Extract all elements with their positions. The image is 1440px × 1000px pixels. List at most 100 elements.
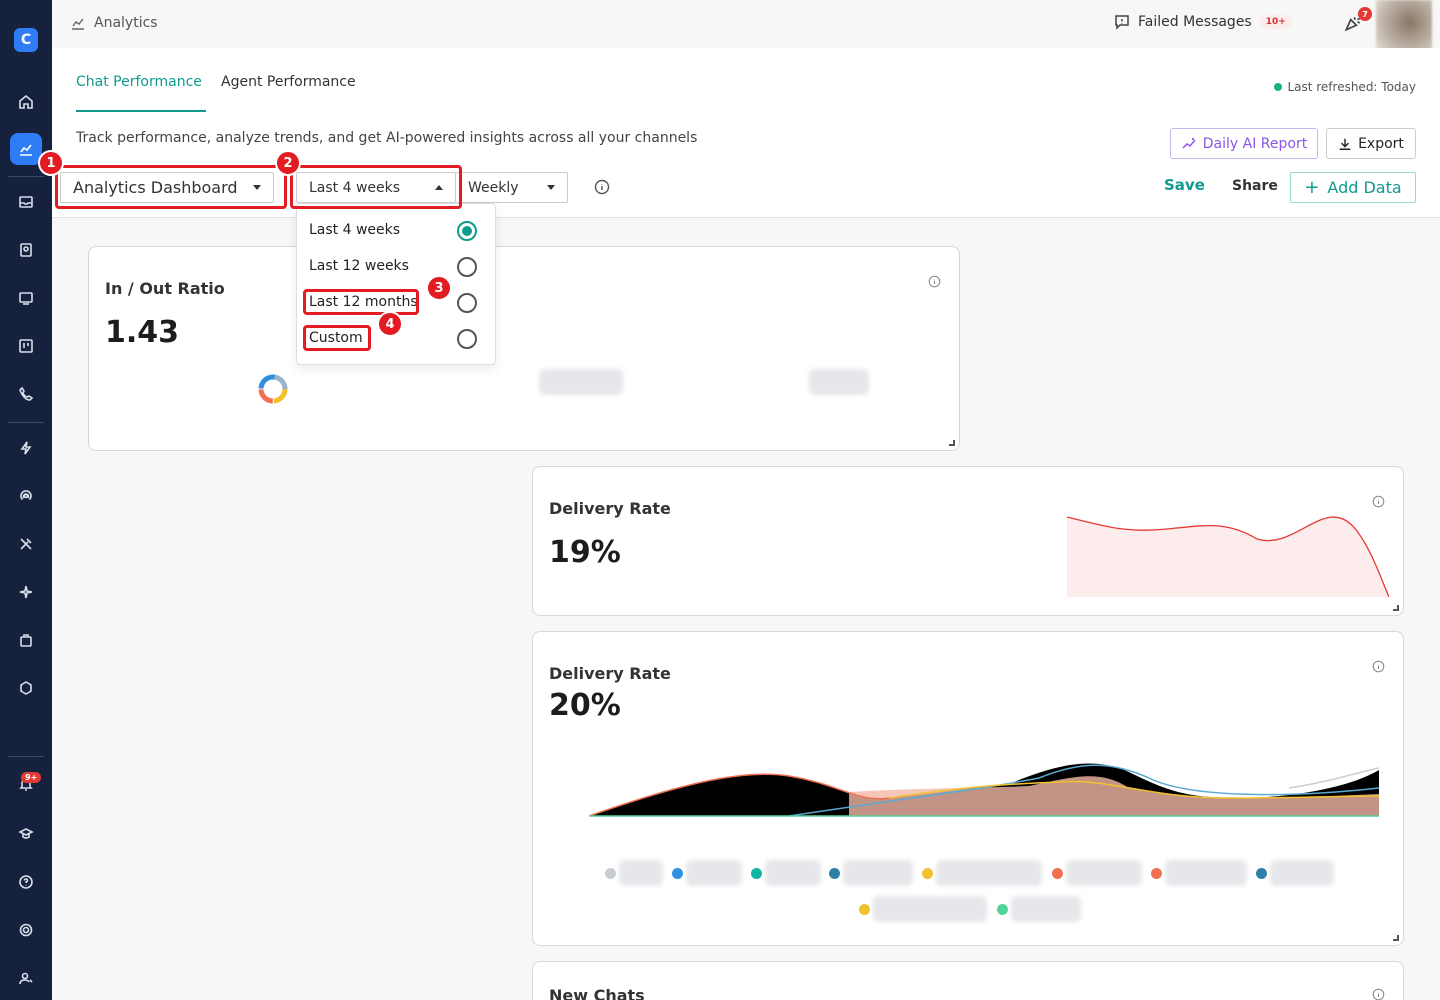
shopping-bag-icon[interactable]: [10, 624, 42, 656]
breadcrumb: Analytics: [70, 15, 158, 31]
resize-handle[interactable]: [1393, 935, 1399, 941]
breadcrumb-label: Analytics: [94, 15, 158, 31]
legend-label: [686, 860, 742, 886]
info-icon[interactable]: [928, 273, 941, 292]
legend-label: [843, 860, 913, 886]
trend-sparkle-icon: [1182, 137, 1196, 149]
legend-label: [936, 860, 1042, 886]
card-title: In / Out Ratio: [105, 279, 225, 298]
legend-dot: [672, 868, 683, 879]
sidebar-divider: [8, 756, 44, 757]
last-refreshed: Last refreshed: Today: [1274, 80, 1416, 94]
delivery-rate-breakdown-card[interactable]: Delivery Rate 20%: [532, 631, 1404, 946]
legend-label: [1066, 860, 1142, 886]
annotation-box-2: [290, 165, 462, 209]
legend-dot: [751, 868, 762, 879]
annotation-box-3: [303, 289, 419, 315]
inbox-icon[interactable]: [10, 186, 42, 218]
export-button[interactable]: Export: [1326, 128, 1416, 159]
home-icon[interactable]: [10, 86, 42, 118]
radio-custom[interactable]: [457, 329, 477, 349]
tab-agent-performance[interactable]: Agent Performance: [221, 74, 356, 90]
campaigns-icon[interactable]: [10, 282, 42, 314]
account-icon[interactable]: [10, 962, 42, 994]
chevron-down-icon: [547, 185, 555, 190]
contacts-icon[interactable]: [10, 234, 42, 266]
card-value: 19%: [549, 535, 621, 570]
celebration-notification-button[interactable]: 7: [1344, 7, 1372, 34]
info-icon[interactable]: [1372, 493, 1385, 512]
annotation-box-1: [55, 165, 287, 209]
legend-label: [1270, 860, 1334, 886]
sparkle-icon[interactable]: [10, 576, 42, 608]
plus-icon: +: [1304, 177, 1320, 198]
top-bar: Analytics Failed Messages 10+ 7: [52, 0, 1440, 50]
info-icon[interactable]: [594, 179, 610, 199]
add-data-button[interactable]: + Add Data: [1290, 172, 1416, 203]
legend-label: [619, 860, 663, 886]
annotation-marker-1: 1: [38, 150, 64, 176]
legend-dot: [859, 904, 870, 915]
card-value: 20%: [549, 688, 621, 723]
radio-last-12-months[interactable]: [457, 293, 477, 313]
user-avatar[interactable]: [1376, 0, 1432, 50]
help-icon[interactable]: [10, 866, 42, 898]
broadcast-icon[interactable]: [10, 480, 42, 512]
legend-dot: [1256, 868, 1267, 879]
boards-icon[interactable]: [10, 330, 42, 362]
annotation-marker-2: 2: [275, 150, 301, 176]
info-icon[interactable]: [1372, 658, 1385, 677]
app-logo[interactable]: C: [14, 28, 38, 52]
download-icon: [1339, 138, 1351, 150]
legend-placeholder: [539, 369, 623, 395]
save-button[interactable]: Save: [1164, 176, 1205, 194]
legend-dot: [997, 904, 1008, 915]
share-button[interactable]: Share: [1232, 178, 1278, 194]
legend-dot: [829, 868, 840, 879]
phone-icon[interactable]: [10, 378, 42, 410]
notification-count: 7: [1358, 7, 1372, 21]
legend-label: [1011, 896, 1081, 922]
card-value: 1.43: [105, 315, 180, 350]
annotation-marker-4: 4: [377, 311, 403, 337]
info-icon[interactable]: [1372, 986, 1385, 1000]
lightning-icon[interactable]: [10, 432, 42, 464]
tools-icon[interactable]: [10, 528, 42, 560]
delivery-rate-area-chart: [589, 763, 1379, 817]
export-label: Export: [1358, 135, 1404, 152]
annotation-marker-3: 3: [426, 275, 452, 301]
active-tab-indicator: [76, 110, 206, 112]
delivery-rate-sparkline: [1067, 516, 1389, 598]
legend-label: [1165, 860, 1247, 886]
academy-icon[interactable]: [10, 818, 42, 850]
in-out-ratio-card[interactable]: In / Out Ratio 1.43: [88, 246, 960, 451]
card-title: Delivery Rate: [549, 664, 671, 683]
loading-donut: [258, 374, 288, 404]
card-title: New Chats: [549, 986, 645, 1000]
resize-handle[interactable]: [949, 440, 955, 446]
tab-chat-performance[interactable]: Chat Performance: [76, 74, 202, 90]
daily-ai-report-button[interactable]: Daily AI Report: [1170, 128, 1318, 159]
alerts-badge: 9+: [21, 772, 42, 783]
resize-handle[interactable]: [1393, 605, 1399, 611]
option-last-12-weeks[interactable]: Last 12 weeks: [309, 258, 409, 274]
status-dot: [1274, 83, 1283, 91]
daily-ai-report-label: Daily AI Report: [1202, 135, 1308, 152]
settings-gear-icon[interactable]: [10, 914, 42, 946]
new-chats-card[interactable]: New Chats: [532, 961, 1404, 1000]
granularity-select[interactable]: Weekly: [456, 172, 568, 203]
legend-placeholder: [809, 369, 869, 395]
analytics-breadcrumb-icon: [72, 18, 84, 30]
option-last-4-weeks[interactable]: Last 4 weeks: [309, 222, 400, 238]
add-data-label: Add Data: [1327, 178, 1402, 197]
failed-messages-label: Failed Messages: [1138, 14, 1252, 30]
integrations-icon[interactable]: [10, 672, 42, 704]
delivery-rate-card[interactable]: Delivery Rate 19%: [532, 466, 1404, 616]
legend-label: [765, 860, 821, 886]
sidebar-divider: [8, 176, 44, 177]
failed-messages-button[interactable]: Failed Messages 10+: [1114, 14, 1292, 30]
message-alert-icon: [1115, 15, 1129, 30]
legend-dot: [1052, 868, 1063, 879]
radio-last-4-weeks[interactable]: [457, 221, 477, 241]
radio-last-12-weeks[interactable]: [457, 257, 477, 277]
